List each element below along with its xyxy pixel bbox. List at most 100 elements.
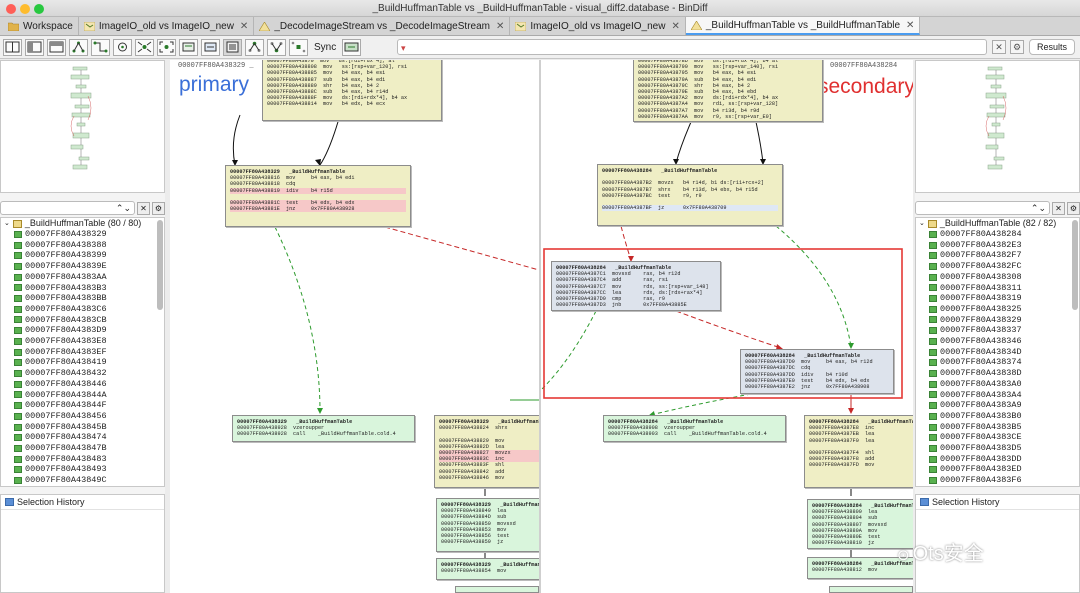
tree-item[interactable]: 00007FF80A438474	[1, 432, 164, 443]
function-dropdown[interactable]: ⌃⌄	[0, 201, 135, 215]
zoom-selection-icon[interactable]	[179, 38, 198, 56]
close-tab-icon[interactable]: ✕	[671, 21, 679, 32]
zoom-normal-icon[interactable]	[201, 38, 220, 56]
tree-item[interactable]: 00007FF80A438419	[1, 357, 164, 368]
tree-item[interactable]: 00007FF80A438493	[1, 464, 164, 475]
clear-icon[interactable]: ✕	[1052, 201, 1065, 215]
tab-workspace[interactable]: Workspace	[0, 17, 79, 35]
layout-side-by-side-icon[interactable]	[3, 38, 22, 56]
tree-item[interactable]: 00007FF80A438483	[1, 454, 164, 465]
secondary-function-selector[interactable]: ⌃⌄ ✕ ⚙	[915, 200, 1080, 216]
tree-item[interactable]: 00007FF80A438337	[916, 325, 1079, 336]
tree-item[interactable]: 00007FF80A4383BB	[1, 293, 164, 304]
close-window-icon[interactable]	[6, 4, 16, 14]
tree-item[interactable]: 00007FF80A438329	[916, 315, 1079, 326]
tree-item[interactable]: 00007FF80A4383D9	[1, 325, 164, 336]
sync-toggle-icon[interactable]	[342, 38, 362, 56]
tree-item[interactable]: 00007FF80A4383CE	[916, 432, 1079, 443]
primary-green-block-1[interactable]: 00007FF80A438329 _BuildHuffmanTable00007…	[436, 498, 539, 552]
tree-item[interactable]: 00007FF80A438346	[916, 336, 1079, 347]
proximity-icon[interactable]	[135, 38, 154, 56]
tree-item[interactable]: 00007FF80A43845B	[1, 422, 164, 433]
tree-root[interactable]: ⌄ _BuildHuffmanTable (82 / 82)	[916, 218, 1079, 229]
tree-item[interactable]: 00007FF80A43838D	[916, 368, 1079, 379]
secondary-right-block[interactable]: 00007FF80A438284 _BuildHuffmanTable 00007…	[804, 415, 913, 488]
close-tab-icon[interactable]: ✕	[240, 21, 248, 32]
tree-item[interactable]: 00007FF80A43847B	[1, 443, 164, 454]
gear-icon[interactable]: ⚙	[152, 201, 165, 215]
minimize-window-icon[interactable]	[20, 4, 30, 14]
tree-item[interactable]: 00007FF80A438446	[1, 379, 164, 390]
primary-basic-block-tree[interactable]: ⌄ _BuildHuffmanTable (80 / 80) 00007FF80…	[0, 217, 165, 487]
tree-item[interactable]: 00007FF80A4383B3	[1, 283, 164, 294]
expand-chevron-icon[interactable]: ⌄	[4, 218, 10, 229]
tree-item[interactable]: 00007FF80A438374	[916, 357, 1079, 368]
primary-graph-canvas[interactable]: 00007FF80A438329 _ primary 00007FF80A438…	[170, 60, 539, 593]
secondary-graph-canvas[interactable]: 00007FF80A438284 secondary 00007FF80A438…	[541, 60, 913, 593]
function-dropdown[interactable]: ⌃⌄	[915, 201, 1050, 215]
tree-item[interactable]: 00007FF80A4383C6	[1, 304, 164, 315]
tab-call-graph-2[interactable]: ImageIO_old vs ImageIO_new ✕	[510, 17, 686, 35]
circular-layout-icon[interactable]	[113, 38, 132, 56]
gear-icon[interactable]: ⚙	[1067, 201, 1080, 215]
tree-item[interactable]: 00007FF80A43834D	[916, 347, 1079, 358]
close-tab-icon[interactable]: ✕	[906, 20, 914, 31]
expand-chevron-icon[interactable]: ⌄	[919, 218, 925, 229]
tree-item[interactable]: 00007FF80A4383A4	[916, 390, 1079, 401]
secondary-blue-block[interactable]: 00007FF80A438284 _BuildHuffmanTable 00007…	[740, 349, 894, 394]
secondary-basic-block-tree[interactable]: ⌄ _BuildHuffmanTable (82 / 82) 00007FF80…	[915, 217, 1080, 487]
tree-item[interactable]: 00007FF80A438325	[916, 304, 1079, 315]
tree-item[interactable]: 00007FF80A4383EF	[1, 347, 164, 358]
secondary-new-block[interactable]: 00007FF80A438284 _BuildHuffmanTable 00007…	[551, 261, 721, 311]
select-neighbours-icon[interactable]	[289, 38, 308, 56]
orthogonal-layout-icon[interactable]	[91, 38, 110, 56]
close-tab-icon[interactable]: ✕	[496, 21, 504, 32]
tree-item[interactable]: 00007FF80A4382E3	[916, 240, 1079, 251]
tree-scrollbar[interactable]	[1072, 220, 1078, 310]
tree-item[interactable]: 00007FF80A4383AA	[1, 272, 164, 283]
tree-item[interactable]: 00007FF80A43849C	[1, 475, 164, 486]
zoom-window-icon[interactable]	[34, 4, 44, 14]
secondary-mid-block[interactable]: 00007FF80A438284 _BuildHuffmanTable 00007…	[597, 164, 783, 226]
fit-graph-icon[interactable]	[157, 38, 176, 56]
tree-item[interactable]: 00007FF80A438456	[1, 411, 164, 422]
graph-view-icon[interactable]	[223, 38, 242, 56]
tree-scrollbar[interactable]	[157, 220, 163, 310]
layout-top-icon[interactable]	[47, 38, 66, 56]
select-ancestors-icon[interactable]	[245, 38, 264, 56]
tree-item[interactable]: 00007FF80A4383ED	[916, 464, 1079, 475]
tree-item[interactable]: 00007FF80A43839E	[1, 261, 164, 272]
tree-item[interactable]: 00007FF80A438311	[916, 283, 1079, 294]
tree-item[interactable]: 00007FF80A4382F7	[916, 250, 1079, 261]
tab-flow-graph-2[interactable]: _BuildHuffmanTable vs _BuildHuffmanTable…	[685, 17, 921, 35]
tab-flow-graph-1[interactable]: _DecodeImageStream vs _DecodeImageStream…	[254, 17, 511, 35]
tree-item[interactable]: 00007FF80A4383A9	[916, 400, 1079, 411]
select-descendants-icon[interactable]	[267, 38, 286, 56]
tree-item[interactable]: 00007FF80A438329	[1, 229, 164, 240]
tab-call-graph-1[interactable]: ImageIO_old vs ImageIO_new ✕	[79, 17, 255, 35]
hierarchic-layout-icon[interactable]	[69, 38, 88, 56]
secondary-cold-block[interactable]: 00007FF80A438284 _BuildHuffmanTable 00007…	[603, 415, 786, 442]
tree-item[interactable]: 00007FF80A4383B0	[916, 411, 1079, 422]
primary-graph-overview[interactable]	[0, 60, 165, 193]
tree-item[interactable]: 00007FF80A438432	[1, 368, 164, 379]
tree-item[interactable]: 00007FF80A43844F	[1, 400, 164, 411]
secondary-top-block[interactable]: 00007FF80A43878D mov ds:[rdi+rdx*4], b4 …	[633, 60, 823, 122]
settings-gear-icon[interactable]: ⚙	[1010, 40, 1024, 54]
clear-icon[interactable]: ✕	[137, 201, 150, 215]
primary-mid-block[interactable]: 00007FF80A438329 _BuildHuffmanTable 00007…	[225, 165, 411, 227]
tree-item[interactable]: 00007FF80A4383D5	[916, 443, 1079, 454]
tree-item[interactable]: 00007FF80A438388	[1, 240, 164, 251]
tree-item[interactable]: 00007FF80A438308	[916, 272, 1079, 283]
tree-item[interactable]: 00007FF80A4382FC	[916, 261, 1079, 272]
tree-item[interactable]: 00007FF80A4383B5	[916, 422, 1079, 433]
tree-item[interactable]: 00007FF80A438399	[1, 250, 164, 261]
search-input[interactable]: ▾	[397, 39, 987, 55]
secondary-graph-overview[interactable]	[915, 60, 1080, 193]
secondary-partial-block[interactable]	[829, 586, 913, 593]
primary-top-block[interactable]: 00007FF80A43870 mov ds:[rdi+rdx*4], al 00…	[262, 60, 442, 121]
primary-function-selector[interactable]: ⌃⌄ ✕ ⚙	[0, 200, 165, 216]
tree-item[interactable]: 00007FF80A4383F6	[916, 475, 1079, 486]
tree-item[interactable]: 00007FF80A438319	[916, 293, 1079, 304]
tree-item[interactable]: 00007FF80A43844A	[1, 390, 164, 401]
